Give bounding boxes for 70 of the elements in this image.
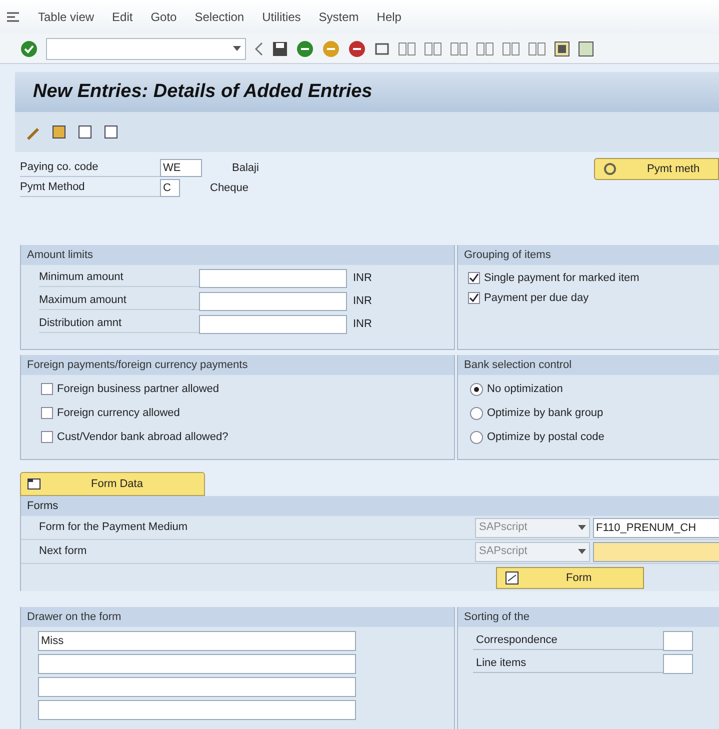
input-field[interactable] — [199, 292, 347, 310]
cancel-icon[interactable] — [348, 40, 366, 58]
group-title: Forms — [27, 498, 58, 514]
field-text: Balaji — [232, 160, 259, 176]
checkbox-label: Foreign currency allowed — [57, 406, 180, 421]
dropdown-icon — [578, 549, 586, 554]
radio-label: Optimize by postal code — [487, 430, 604, 445]
group-title: Drawer on the form — [27, 610, 122, 625]
menu-item[interactable]: Goto — [150, 8, 177, 26]
menu-item[interactable]: Table view — [38, 8, 94, 26]
checkbox-label: Foreign business partner allowed — [57, 382, 220, 397]
dropdown-icon — [233, 46, 241, 51]
input-field[interactable] — [593, 542, 719, 562]
currency-label: INR — [353, 294, 372, 309]
radio-button[interactable] — [470, 382, 483, 396]
dropdown-icon — [578, 525, 586, 530]
input-field[interactable]: WE — [160, 159, 202, 177]
payment-method-button[interactable]: Pymt meth — [594, 158, 719, 180]
input-field[interactable] — [38, 700, 356, 720]
input-field[interactable] — [199, 268, 347, 288]
currency-label: INR — [353, 316, 372, 332]
field-text: Cheque — [210, 180, 249, 196]
window-icon — [27, 478, 41, 490]
checkbox[interactable] — [41, 407, 53, 419]
checkbox[interactable] — [41, 383, 53, 395]
input-field[interactable] — [663, 654, 693, 674]
command-field[interactable] — [46, 38, 246, 60]
field-label: Maximum amount — [39, 292, 199, 310]
window-icon[interactable] — [554, 40, 570, 56]
menu-item[interactable]: Edit — [112, 8, 133, 26]
screen-title: New Entries: Details of Added Entries — [33, 80, 372, 104]
input-field[interactable] — [199, 314, 347, 334]
field-label: Correspondence — [473, 632, 663, 650]
field-label: Next form — [39, 544, 88, 560]
menu-item[interactable]: System — [318, 8, 359, 26]
menu-item[interactable]: Utilities — [262, 8, 301, 26]
group-title: Bank selection control — [464, 358, 572, 373]
radio-label: No optimization — [487, 382, 563, 397]
currency-label: INR — [353, 270, 372, 286]
input-field[interactable] — [38, 654, 356, 674]
enter-icon[interactable] — [20, 40, 38, 58]
checkbox-label: Single payment for marked item — [484, 270, 640, 286]
input-field[interactable]: Miss — [38, 631, 356, 651]
group-title: Grouping of items — [464, 248, 551, 263]
field-label: Line items — [473, 655, 663, 673]
checkbox[interactable] — [41, 431, 53, 443]
menu-item[interactable]: Selection — [194, 8, 244, 26]
group-title: Sorting of the — [464, 610, 530, 625]
checkbox[interactable] — [468, 272, 480, 284]
field-label: Minimum amount — [39, 269, 199, 287]
checkbox-label: Cust/Vendor bank abroad allowed? — [57, 430, 228, 445]
group-title: Amount limits — [27, 248, 94, 263]
menu-item[interactable]: Help — [376, 8, 402, 26]
input-field[interactable]: F110_PRENUM_CH — [593, 518, 719, 538]
input-field[interactable]: C — [160, 179, 180, 197]
form-data-tab[interactable]: Form Data — [20, 472, 205, 496]
save-icon[interactable] — [272, 40, 288, 56]
checkbox[interactable] — [468, 292, 480, 304]
form-button[interactable]: Form — [496, 567, 644, 589]
radio-label: Optimize by bank group — [487, 406, 604, 421]
input-field[interactable] — [663, 631, 693, 651]
form-icon — [505, 571, 521, 585]
radio-button[interactable] — [470, 406, 483, 420]
field-label: Form for the Payment Medium — [39, 520, 189, 536]
menu-icon[interactable] — [6, 11, 20, 23]
input-field[interactable] — [38, 677, 356, 697]
radio-button[interactable] — [470, 430, 483, 444]
checkbox-label: Payment per due day — [484, 290, 589, 306]
group-title: Foreign payments/foreign currency payments — [27, 358, 248, 373]
field-label: Distribution amnt — [39, 315, 199, 333]
